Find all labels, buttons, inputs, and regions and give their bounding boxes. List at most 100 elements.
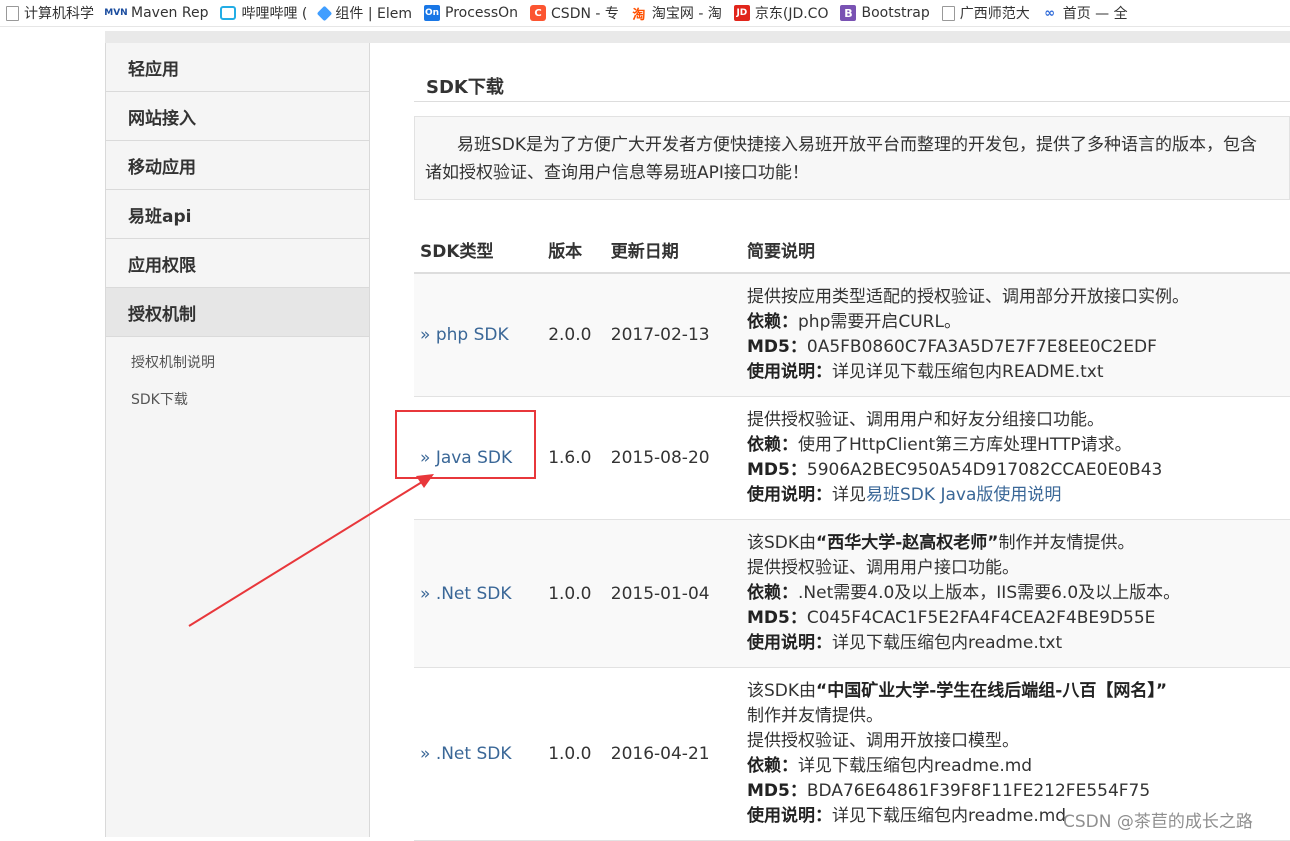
page-title: SDK下载	[426, 77, 504, 98]
desc-label: 使用说明：	[747, 633, 833, 653]
sdk-table: SDK类型 版本 更新日期 简要说明 » php SDK 2.0.0 2017-…	[414, 226, 1290, 841]
bookmark-label: 哔哩哔哩 (	[241, 6, 308, 22]
sdk-download-link[interactable]: .Net SDK	[436, 744, 512, 764]
bookmark-label: 京东(JD.CO	[754, 6, 829, 22]
sidebar-item-label: 轻应用	[128, 59, 179, 80]
bookmark-item[interactable]: JD 京东(JD.CO	[728, 0, 835, 26]
sdk-description: 该SDK由“西华大学-赵高权老师”制作并友情提供。 提供授权验证、调用用户接口功…	[747, 519, 1290, 668]
sdk-name-cell: » php SDK	[414, 273, 549, 397]
sidebar-subitem-auth-doc[interactable]: 授权机制说明	[106, 343, 369, 380]
desc-label: 依赖：	[747, 435, 799, 455]
column-header-desc: 简要说明	[747, 226, 1290, 274]
sidebar-item-app-permissions[interactable]: 应用权限	[106, 239, 369, 288]
table-header-row: SDK类型 版本 更新日期 简要说明	[414, 226, 1290, 274]
desc-value: 详见下载压缩包内readme.txt	[832, 633, 1063, 653]
bookmark-item[interactable]: B Bootstrap	[834, 0, 935, 26]
desc-value: 0A5FB0860C7FA3A5D7E7F7E8EE0C2EDF	[806, 337, 1157, 357]
desc-line: 该SDK由“西华大学-赵高权老师”制作并友情提供。	[747, 531, 1290, 556]
bookmark-item[interactable]: On ProcessOn	[418, 0, 524, 26]
sidebar-item-authorization[interactable]: 授权机制	[106, 288, 369, 337]
desc-label: 依赖：	[747, 312, 799, 332]
sidebar-item-website-access[interactable]: 网站接入	[106, 92, 369, 141]
desc-value: 该SDK由	[747, 681, 817, 701]
taobao-icon: 淘	[632, 7, 646, 23]
desc-label: MD5：	[747, 460, 807, 480]
desc-value: 该SDK由	[747, 533, 817, 553]
bookmark-label: Maven Rep	[131, 5, 209, 21]
desc-label: 依赖：	[747, 756, 799, 776]
sdk-version: 2.0.0	[548, 273, 611, 397]
sidebar-subitem-label: SDK下载	[131, 391, 188, 408]
desc-line: MD5：C045F4CAC1F5E2FA4F4CEA2F4BE9D55E	[747, 606, 1290, 631]
desc-label: MD5：	[747, 337, 807, 357]
bookmark-label: 淘宝网 - 淘	[651, 6, 722, 22]
sidebar-item-label: 应用权限	[128, 255, 196, 276]
sdk-date: 2015-08-20	[610, 396, 748, 520]
sidebar-item-mobile-app[interactable]: 移动应用	[106, 141, 369, 190]
bookmark-item[interactable]: C CSDN - 专	[524, 0, 625, 26]
sidebar-item-yiban-api[interactable]: 易班api	[106, 190, 369, 239]
bookmark-item[interactable]: 组件 | Elem	[313, 0, 418, 26]
desc-line: 依赖：使用了HttpClient第三方库处理HTTP请求。	[747, 433, 1290, 458]
desc-line: MD5：5906A2BEC950A54D917082CCAE0E0B43	[747, 458, 1290, 483]
sdk-date: 2017-02-13	[610, 273, 748, 397]
desc-line: MD5：0A5FB0860C7FA3A5D7E7F7E8EE0C2EDF	[747, 335, 1290, 360]
bookmark-label: CSDN - 专	[551, 6, 619, 22]
desc-value: 详见下载压缩包内readme.md	[798, 756, 1033, 776]
intro-text-line: 诸如授权验证、查询用户信息等易班API接口功能！	[425, 163, 809, 183]
desc-line: 提供授权验证、调用开放接口模型。	[747, 731, 1020, 751]
bookmark-item[interactable]: 哔哩哔哩 (	[214, 0, 313, 26]
desc-label: 使用说明：	[747, 485, 833, 505]
sdk-version: 1.0.0	[548, 667, 611, 841]
sdk-download-link[interactable]: .Net SDK	[436, 584, 512, 604]
bookmark-item[interactable]: ∞ 首页 — 全	[1036, 0, 1134, 26]
bookmark-label: 计算机科学	[24, 6, 94, 22]
intro-box: 易班SDK是为了方便广大开发者方便快捷接入易班开放平台而整理的开发包，提供了多种…	[414, 116, 1290, 200]
sidebar-item-label: 授权机制	[128, 304, 196, 325]
sidebar-item-light-app[interactable]: 轻应用	[106, 43, 369, 92]
sidebar: 轻应用 网站接入 移动应用 易班api 应用权限 授权机制 授权机制说明 SDK…	[106, 43, 370, 837]
desc-author: “中国矿业大学-学生在线后端组-八百【网名】”	[816, 681, 1168, 701]
home-site-icon: ∞	[1044, 5, 1056, 21]
bilibili-icon	[220, 6, 237, 20]
sidebar-subitem-label: 授权机制说明	[131, 354, 215, 371]
desc-line: 提供按应用类型适配的授权验证、调用部分开放接口实例。	[747, 287, 1190, 307]
bookmark-item[interactable]: 淘淘宝网 - 淘	[625, 0, 728, 26]
desc-line: 使用说明：详见易班SDK Java版使用说明	[747, 483, 1290, 508]
desc-line: MD5：BDA76E64861F39F8F11FE212FE554F75	[747, 779, 1290, 804]
desc-label: 依赖：	[747, 583, 799, 603]
link-prefix: »	[420, 583, 431, 604]
desc-line: 依赖：php需要开启CURL。	[747, 310, 1290, 335]
table-row: » php SDK 2.0.0 2017-02-13 提供按应用类型适配的授权验…	[414, 273, 1290, 397]
sidebar-item-label: 移动应用	[128, 157, 196, 178]
bookmark-item[interactable]: 计算机科学	[0, 0, 100, 26]
bookmark-label: 组件 | Elem	[335, 6, 413, 22]
desc-value: 详见详见下载压缩包内README.txt	[832, 362, 1104, 382]
bookmark-item[interactable]: 广西师范大	[936, 0, 1036, 26]
bookmark-item[interactable]: MVN Maven Rep	[100, 0, 214, 26]
sdk-description: 提供授权验证、调用用户和好友分组接口功能。 依赖：使用了HttpClient第三…	[747, 396, 1290, 520]
intro-text-line: 易班SDK是为了方便广大开发者方便快捷接入易班开放平台而整理的开发包，提供了多种…	[457, 135, 1258, 155]
bookmark-label: 广西师范大	[959, 6, 1030, 22]
desc-line: 使用说明：详见详见下载压缩包内README.txt	[747, 360, 1290, 385]
desc-line: 制作并友情提供。	[747, 706, 884, 726]
sdk-download-link[interactable]: php SDK	[436, 325, 509, 345]
document-icon	[6, 5, 19, 21]
desc-value: .Net需要4.0及以上版本，IIS需要6.0及以上版本。	[798, 583, 1181, 603]
sdk-name-cell: » .Net SDK	[414, 667, 549, 841]
column-header-type: SDK类型	[414, 226, 549, 274]
bookmark-label: Bootstrap	[861, 5, 930, 21]
annotation-highlight-box	[395, 410, 536, 479]
desc-line: 提供授权验证、调用用户和好友分组接口功能。	[747, 410, 1105, 430]
sidebar-item-label: 网站接入	[128, 108, 196, 129]
link-prefix: »	[420, 325, 431, 345]
sdk-date: 2016-04-21	[610, 667, 748, 841]
desc-author: “西华大学-赵高权老师”	[816, 533, 999, 553]
sidebar-subitem-sdk-download[interactable]: SDK下载	[106, 380, 369, 417]
desc-line: 提供授权验证、调用用户接口功能。	[747, 558, 1020, 578]
sdk-name-cell: » .Net SDK	[414, 519, 549, 668]
java-usage-doc-link[interactable]: 易班SDK Java版使用说明	[866, 485, 1061, 505]
desc-line: 依赖：.Net需要4.0及以上版本，IIS需要6.0及以上版本。	[747, 581, 1290, 606]
sdk-description: 提供按应用类型适配的授权验证、调用部分开放接口实例。 依赖：php需要开启CUR…	[747, 273, 1290, 397]
desc-value: 使用了HttpClient第三方库处理HTTP请求。	[798, 435, 1132, 455]
